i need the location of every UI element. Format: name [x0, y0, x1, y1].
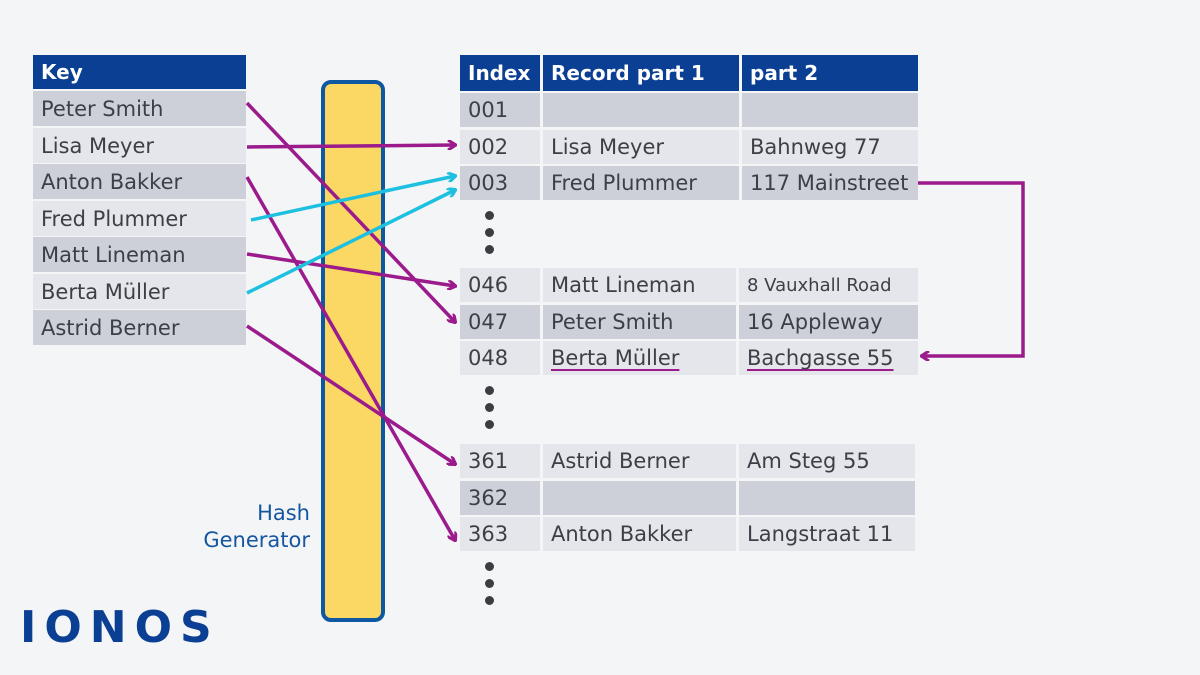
arrow-lisa-meyer [246, 145, 455, 147]
overflow-arrow [918, 181, 1025, 356]
arrow-anton-bakker [245, 176, 455, 540]
arrow-matt-lineman [246, 252, 455, 286]
ionos-logo: IONOS [20, 602, 220, 653]
arrow-astrid-berner [246, 324, 455, 464]
arrow-berta-mueller [246, 190, 455, 295]
mapping-arrows [245, 101, 1025, 675]
